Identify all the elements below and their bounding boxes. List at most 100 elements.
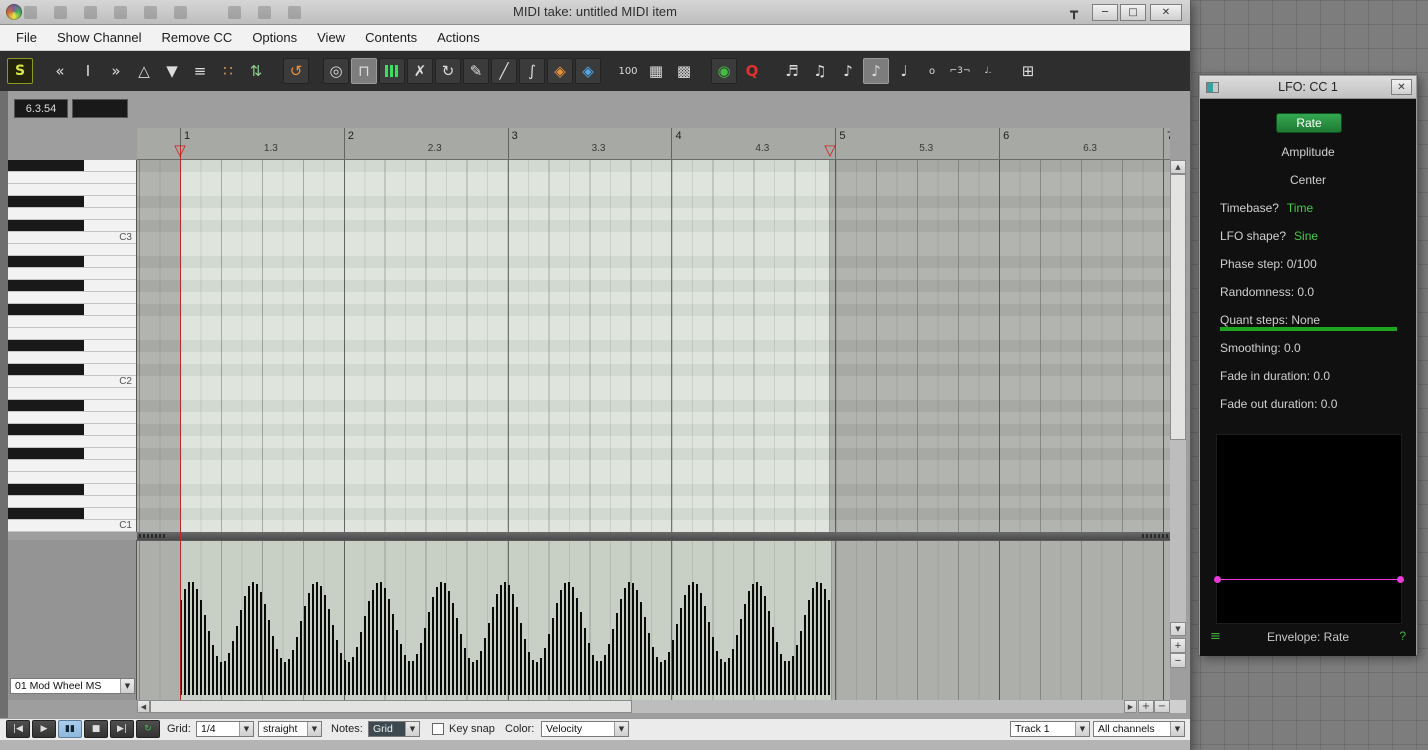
color-mode-select[interactable]: Velocity ▼	[541, 721, 629, 737]
cc-event-bar[interactable]	[544, 648, 546, 695]
cc-event-bar[interactable]	[680, 608, 682, 695]
cc-event-bar[interactable]	[348, 662, 350, 695]
dock-editor-icon[interactable]: ↺	[283, 58, 309, 84]
cc-event-bar[interactable]	[696, 584, 698, 695]
cc-event-bar[interactable]	[376, 583, 378, 695]
piano-key[interactable]	[8, 316, 137, 328]
cc-event-bar[interactable]	[588, 643, 590, 695]
cc-event-bar[interactable]	[472, 662, 474, 695]
draw-tool-icon[interactable]: ✎	[463, 58, 489, 84]
vertical-scrollbar[interactable]: ▲ ▼	[1170, 160, 1186, 636]
menu-show-channel[interactable]: Show Channel	[47, 25, 152, 51]
transport-pause-button[interactable]: ▮▮	[58, 720, 82, 738]
cc-event-bar[interactable]	[416, 654, 418, 695]
cc-event-bar[interactable]	[264, 604, 266, 695]
prev-measure-icon[interactable]: «	[47, 58, 73, 84]
piano-key[interactable]	[8, 436, 137, 448]
cc-event-bar[interactable]	[480, 651, 482, 695]
snap-notes-icon[interactable]: ⊓	[351, 58, 377, 84]
lfo-quant-row[interactable]: Quant steps: None	[1220, 313, 1320, 327]
piano-key[interactable]	[8, 412, 137, 424]
piano-key[interactable]	[8, 160, 137, 172]
cc-event-bar[interactable]	[388, 599, 390, 695]
cc-event-bar[interactable]	[628, 582, 630, 695]
cc-event-bar[interactable]	[700, 593, 702, 695]
cc-event-bar[interactable]	[452, 603, 454, 695]
cc-event-bar[interactable]	[800, 631, 802, 695]
piano-key[interactable]	[8, 328, 137, 340]
note-triplet-icon[interactable]: ⌐3¬	[947, 58, 973, 84]
note-2-icon[interactable]: ♩	[891, 58, 917, 84]
transport-goto-start-button[interactable]: |◀	[6, 720, 30, 738]
cc-event-bar[interactable]	[520, 623, 522, 695]
piano-key[interactable]: C2	[8, 376, 137, 388]
cc-event-bar[interactable]	[204, 615, 206, 695]
cc-event-bar[interactable]	[828, 600, 830, 695]
cc-event-bar[interactable]	[600, 661, 602, 695]
quantize-strength[interactable]: 100	[615, 58, 641, 84]
note-4-icon[interactable]: ♪	[863, 58, 889, 84]
cc-event-bar[interactable]	[788, 661, 790, 695]
note-32-icon[interactable]: ♬	[779, 58, 805, 84]
cc-event-bar[interactable]	[228, 653, 230, 695]
cc-event-bar[interactable]	[392, 614, 394, 695]
menu-view[interactable]: View	[307, 25, 355, 51]
piano-key[interactable]	[8, 244, 137, 256]
cc-event-bar[interactable]	[428, 612, 430, 695]
cc-event-bar[interactable]	[704, 606, 706, 695]
cc-event-bar[interactable]	[624, 588, 626, 695]
cc-event-bar[interactable]	[284, 662, 286, 695]
cc-event-bar[interactable]	[572, 587, 574, 695]
cc-event-bar[interactable]	[380, 582, 382, 695]
lfo-randomness-row[interactable]: Randomness: 0.0	[1220, 285, 1314, 299]
cc-event-bar[interactable]	[216, 656, 218, 695]
lfo-tab-rate[interactable]: Rate	[1276, 113, 1342, 133]
cc-event-bar[interactable]	[504, 582, 506, 695]
cc-event-bar[interactable]	[708, 622, 710, 695]
title-bar[interactable]: MIDI take: untitled MIDI item ┳ ─ □ ✕	[0, 0, 1190, 25]
cc-event-bar[interactable]	[712, 637, 714, 695]
cc-event-bar[interactable]	[324, 595, 326, 695]
cc-event-bar[interactable]	[476, 660, 478, 695]
scroll-up-icon[interactable]: ▲	[1170, 160, 1186, 174]
lfo-tab-center[interactable]: Center	[1200, 173, 1416, 187]
cc-event-bar[interactable]	[244, 596, 246, 695]
vertical-zoom-in-button[interactable]: +	[1170, 638, 1186, 653]
lfo-fade-out-row[interactable]: Fade out duration: 0.0	[1220, 397, 1337, 411]
cc-event-bar[interactable]	[592, 655, 594, 695]
cc-event-bar[interactable]	[756, 582, 758, 695]
piano-key[interactable]	[8, 304, 137, 316]
cc-event-bar[interactable]	[456, 618, 458, 695]
vertical-scroll-thumb[interactable]	[1170, 174, 1186, 440]
cc-event-bar[interactable]	[564, 583, 566, 695]
cc-event-bar[interactable]	[684, 595, 686, 695]
piano-key[interactable]: C3	[8, 232, 137, 244]
cc-event-bar[interactable]	[344, 660, 346, 695]
cc-event-bar[interactable]	[340, 653, 342, 695]
cc-event-bar[interactable]	[728, 658, 730, 695]
piano-key[interactable]	[8, 268, 137, 280]
event-marquee-2-icon[interactable]: ◈	[575, 58, 601, 84]
horizontal-zoom-out-button[interactable]: −	[1154, 700, 1170, 713]
cc-event-bar[interactable]	[184, 589, 186, 695]
cc-event-bar[interactable]	[372, 590, 374, 696]
cc-event-bar[interactable]	[484, 638, 486, 695]
notes-select[interactable]: Grid ▼	[368, 721, 420, 737]
cc-event-bar[interactable]	[256, 584, 258, 695]
cc-event-bar[interactable]	[816, 582, 818, 695]
cc-event-bar[interactable]	[336, 640, 338, 695]
cc-event-bar[interactable]	[748, 591, 750, 695]
cc-event-bar[interactable]	[768, 611, 770, 695]
menu-options[interactable]: Options	[242, 25, 307, 51]
cc-event-bar[interactable]	[368, 601, 370, 695]
cc-event-bar[interactable]	[732, 649, 734, 695]
vertical-zoom-out-button[interactable]: −	[1170, 653, 1186, 668]
lfo-fade-in-row[interactable]: Fade in duration: 0.0	[1220, 369, 1330, 383]
cc-event-bar[interactable]	[236, 626, 238, 695]
cc-event-bar[interactable]	[820, 583, 822, 696]
rotate-tool-icon[interactable]: ↻	[435, 58, 461, 84]
transport-goto-end-button[interactable]: ▶|	[110, 720, 134, 738]
menu-actions[interactable]: Actions	[427, 25, 490, 51]
cc-event-bar[interactable]	[608, 644, 610, 695]
cc-event-bar[interactable]	[420, 643, 422, 695]
